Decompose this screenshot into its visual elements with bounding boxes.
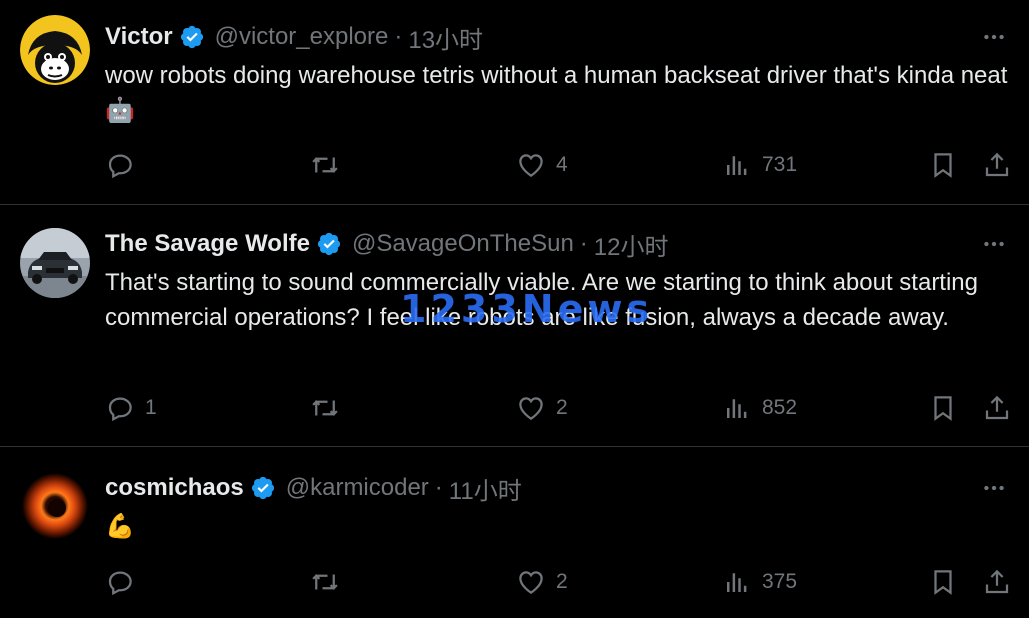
bookmark-icon — [934, 570, 952, 595]
views-button[interactable]: 731 — [722, 148, 797, 182]
retweet-button[interactable] — [310, 148, 350, 182]
retweet-button[interactable] — [310, 391, 350, 425]
share-button[interactable] — [982, 148, 1012, 182]
bookmark-icon — [934, 153, 952, 178]
bookmark-button[interactable] — [928, 148, 958, 182]
tweet-text: That's starting to sound commercially vi… — [105, 269, 978, 331]
more-icon[interactable] — [979, 22, 1009, 52]
timestamp[interactable]: 12小时 — [594, 227, 669, 262]
separator-dot: · — [579, 230, 588, 257]
like-count: 2 — [556, 396, 568, 419]
more-icon[interactable] — [979, 473, 1009, 503]
separator-dot: · — [394, 23, 403, 50]
timestamp[interactable]: 11小时 — [449, 471, 522, 506]
views-button[interactable]: 852 — [722, 391, 797, 425]
reply-icon — [108, 571, 132, 596]
display-name[interactable]: The Savage Wolfe — [105, 230, 310, 258]
reply-icon — [108, 397, 132, 422]
retweet-icon — [312, 574, 338, 590]
reply-icon — [108, 154, 132, 179]
views-icon — [727, 399, 747, 418]
action-bar: 1 2 852 — [105, 391, 1011, 425]
view-count: 852 — [762, 396, 798, 419]
more-icon[interactable] — [979, 229, 1009, 259]
like-icon — [519, 154, 543, 177]
views-icon — [727, 156, 747, 175]
tweet[interactable]: The Savage Wolfe @SavageOnTheSun · 12小时 … — [0, 205, 1029, 447]
action-bar: 2 375 — [105, 565, 1011, 599]
timestamp[interactable]: 13小时 — [408, 20, 483, 55]
like-count: 2 — [556, 570, 568, 593]
bookmark-button[interactable] — [928, 391, 958, 425]
like-button[interactable]: 2 — [516, 391, 568, 425]
reply-button[interactable] — [105, 565, 145, 599]
bookmark-icon — [934, 396, 952, 421]
separator-dot: · — [434, 474, 443, 501]
reply-count: 1 — [145, 396, 157, 419]
like-icon — [519, 397, 543, 420]
reply-button[interactable] — [105, 148, 145, 182]
retweet-icon — [312, 400, 338, 416]
tweet[interactable]: Victor @victor_explore · 13小时 wow robots… — [0, 0, 1029, 205]
like-icon — [519, 571, 543, 594]
bookmark-button[interactable] — [928, 565, 958, 599]
avatar[interactable] — [20, 471, 90, 541]
tweet-text: wow robots doing warehouse tetris withou… — [105, 62, 1008, 124]
verified-badge-icon — [317, 232, 341, 256]
retweet-icon — [312, 157, 338, 173]
share-button[interactable] — [982, 391, 1012, 425]
verified-badge-icon — [180, 25, 203, 49]
verified-badge-icon — [251, 476, 274, 500]
like-count: 4 — [556, 153, 568, 176]
tweet-header: Victor @victor_explore · 13小时 — [105, 20, 1009, 55]
tweet-header: cosmichaos @karmicoder · 11小时 — [105, 471, 1009, 506]
views-button[interactable]: 375 — [722, 565, 797, 599]
like-button[interactable]: 4 — [516, 148, 568, 182]
share-icon — [985, 152, 1009, 177]
avatar[interactable] — [20, 15, 90, 85]
tweet-header: The Savage Wolfe @SavageOnTheSun · 12小时 — [105, 227, 1009, 262]
view-count: 375 — [762, 570, 798, 593]
action-bar: 4 731 — [105, 148, 1011, 182]
tweet[interactable]: cosmichaos @karmicoder · 11小时 💪 2 375 — [0, 447, 1029, 618]
user-handle[interactable]: @SavageOnTheSun — [352, 230, 574, 258]
tweet-text: 💪 — [105, 513, 135, 540]
reply-button[interactable]: 1 — [105, 391, 157, 425]
share-button[interactable] — [982, 565, 1012, 599]
user-handle[interactable]: @victor_explore — [215, 23, 389, 51]
avatar[interactable] — [20, 228, 90, 298]
view-count: 731 — [762, 153, 798, 176]
display-name[interactable]: Victor — [105, 23, 173, 51]
user-handle[interactable]: @karmicoder — [286, 474, 429, 502]
retweet-button[interactable] — [310, 565, 350, 599]
like-button[interactable]: 2 — [516, 565, 568, 599]
share-icon — [985, 395, 1009, 420]
views-icon — [727, 573, 747, 592]
display-name[interactable]: cosmichaos — [105, 474, 244, 502]
share-icon — [985, 569, 1009, 594]
timeline-feed: Victor @victor_explore · 13小时 wow robots… — [0, 0, 1029, 618]
